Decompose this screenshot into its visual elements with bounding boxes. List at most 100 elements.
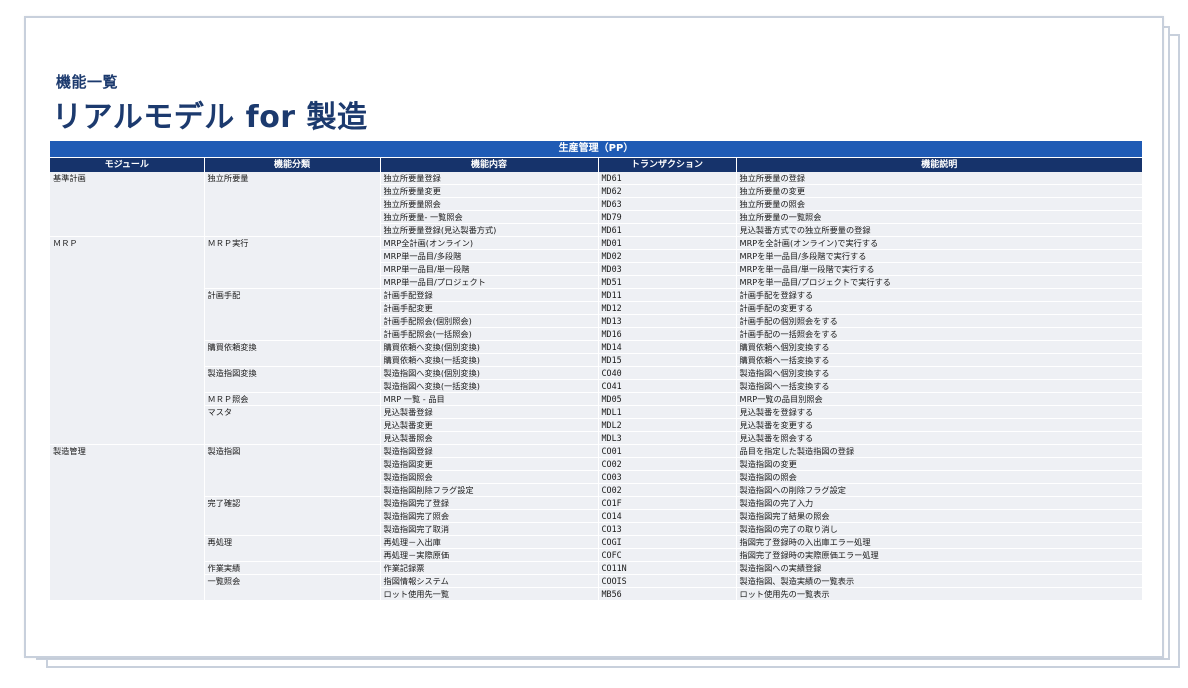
cell-module	[50, 366, 205, 380]
cell-module	[50, 262, 205, 276]
cell-category	[204, 223, 381, 238]
cell-transaction: CO41	[598, 379, 737, 394]
cell-module	[50, 327, 205, 341]
cell-content: 再処理－実際原価	[380, 548, 599, 563]
cell-category	[204, 522, 381, 537]
cell-content: 製造指図へ変換(一括変換)	[380, 379, 599, 394]
cell-module	[50, 496, 205, 510]
table-row: 製造指図削除フラグ設定 CO02 製造指図への削除フラグ設定	[50, 483, 1143, 498]
cell-module	[50, 470, 205, 484]
cell-content: 再処理－入出庫	[380, 535, 599, 550]
cell-category	[204, 470, 381, 484]
cell-category: マスタ	[204, 405, 381, 419]
cell-content: 独立所要量登録	[380, 172, 599, 186]
cell-module	[50, 457, 205, 471]
table-row: ＭＲＰ ＭＲＰ実行 MRP全計画(オンライン) MD01 MRPを全計画(オンライン)で…	[50, 236, 1143, 251]
cell-description: 見込製番を変更する	[736, 418, 1143, 433]
table-row: 独立所要量照会 MD63 独立所要量の照会	[50, 197, 1143, 212]
cell-content: 製造指図完了取消	[380, 522, 599, 537]
cell-description: MRP一覧の品目別照会	[736, 392, 1143, 407]
column-header-module: モジュール	[50, 158, 205, 172]
cell-description: ロット使用先の一覧表示	[736, 587, 1143, 602]
cell-module	[50, 301, 205, 315]
cell-description: 見込製番を登録する	[736, 405, 1143, 420]
cell-transaction: MD63	[598, 197, 737, 212]
cell-transaction: MD61	[598, 172, 737, 186]
cell-description: 計画手配の変更する	[736, 301, 1143, 316]
table-row: 作業実績 作業記録票 CO11N 製造指図への実績登録	[50, 561, 1143, 576]
cell-description: 計画手配を登録する	[736, 288, 1143, 303]
cell-transaction: CO11N	[598, 561, 737, 576]
cell-transaction: CO14	[598, 509, 737, 524]
cell-content: 見込製番登録	[380, 405, 599, 420]
column-header-content: 機能内容	[380, 158, 599, 172]
table-row: マスタ 見込製番登録 MDL1 見込製番を登録する	[50, 405, 1143, 420]
cell-description: 品目を指定した製造指図の登録	[736, 444, 1143, 459]
cell-content: MRP全計画(オンライン)	[380, 236, 599, 251]
table-row: ロット使用先一覧 MB56 ロット使用先の一覧表示	[50, 587, 1143, 602]
cell-module	[50, 522, 205, 536]
cell-module	[50, 340, 205, 354]
cell-description: 独立所要量の照会	[736, 197, 1143, 212]
cell-module	[50, 223, 205, 238]
cell-transaction: CO13	[598, 522, 737, 537]
cell-category: 作業実績	[204, 561, 381, 576]
cell-category: 計画手配	[204, 288, 381, 302]
cell-category	[204, 457, 381, 471]
cell-transaction: CO03	[598, 470, 737, 485]
cell-category	[204, 210, 381, 224]
cell-description: 製造指図の完了入力	[736, 496, 1143, 511]
cell-category	[204, 418, 381, 432]
column-header-category: 機能分類	[204, 158, 381, 172]
cell-description: 指図完了登録時の入出庫エラー処理	[736, 535, 1143, 550]
cell-transaction: MDL2	[598, 418, 737, 433]
cell-transaction: CO1F	[598, 496, 737, 511]
cell-content: 購買依頼へ変換(個別変換)	[380, 340, 599, 355]
column-header-description: 機能説明	[736, 158, 1142, 172]
table-row: 計画手配照会(個別照会) MD13 計画手配の個別照会をする	[50, 314, 1143, 329]
cell-category	[204, 249, 381, 263]
cell-module	[50, 392, 205, 406]
cell-transaction: MD16	[598, 327, 737, 342]
table-row: 完了確認 製造指図完了登録 CO1F 製造指図の完了入力	[50, 496, 1143, 511]
cell-category: 完了確認	[204, 496, 381, 510]
cell-description: MRPを単一品目/単一段階で実行する	[736, 262, 1143, 277]
cell-description: MRPを単一品目/多段階で実行する	[736, 249, 1143, 264]
table-row: 製造管理 製造指図 製造指図登録 CO01 品目を指定した製造指図の登録	[50, 444, 1143, 459]
column-header-transaction: トランザクション	[598, 158, 737, 172]
cell-transaction: MD05	[598, 392, 737, 407]
function-table-container: 生産管理（PP） モジュール 機能分類 機能内容 トランザクション 機能説明 基…	[50, 141, 1143, 602]
cell-description: 購買依頼へ個別変換する	[736, 340, 1143, 355]
table-row: 計画手配照会(一括照会) MD16 計画手配の一括照会をする	[50, 327, 1143, 342]
cell-content: 製造指図完了照会	[380, 509, 599, 524]
cell-transaction: MD02	[598, 249, 737, 264]
cell-transaction: MD51	[598, 275, 737, 290]
cell-content: 作業記録票	[380, 561, 599, 576]
cell-transaction: MD01	[598, 236, 737, 251]
cell-content: 製造指図変更	[380, 457, 599, 472]
function-table: モジュール 機能分類 機能内容 トランザクション 機能説明 基準計画 独立所要量独…	[50, 158, 1143, 602]
cell-content: 計画手配変更	[380, 301, 599, 316]
cell-category	[204, 587, 381, 602]
cell-description: MRPを単一品目/プロジェクトで実行する	[736, 275, 1143, 290]
cell-content: 購買依頼へ変換(一括変換)	[380, 353, 599, 368]
cell-transaction: MD79	[598, 210, 737, 225]
cell-module	[50, 405, 205, 419]
table-row: 製造指図変更 CO02 製造指図の変更	[50, 457, 1143, 472]
cell-category	[204, 262, 381, 276]
table-row: 基準計画 独立所要量 独立所要量登録 MD61 独立所要量の登録	[50, 172, 1143, 186]
cell-content: MRP 一覧 - 品目	[380, 392, 599, 407]
cell-description: MRPを全計画(オンライン)で実行する	[736, 236, 1143, 251]
cell-transaction: MD12	[598, 301, 737, 316]
cell-description: 計画手配の個別照会をする	[736, 314, 1143, 329]
cell-category: 再処理	[204, 535, 381, 549]
table-row: 製造指図照会 CO03 製造指図の照会	[50, 470, 1143, 485]
slide-stage: 機能一覧 リアルモデル for 製造 生産管理（PP） モジュール 機能分類 機…	[0, 0, 1188, 688]
table-row: ＭＲＰ照会 MRP 一覧 - 品目 MD05 MRP一覧の品目別照会	[50, 392, 1143, 407]
cell-content: 独立所要量照会	[380, 197, 599, 212]
cell-category: ＭＲＰ実行	[204, 236, 381, 250]
cell-category: 一覧照会	[204, 574, 381, 588]
cell-content: 独立所要量変更	[380, 184, 599, 199]
cell-transaction: COOIS	[598, 574, 737, 589]
cell-category	[204, 548, 381, 563]
